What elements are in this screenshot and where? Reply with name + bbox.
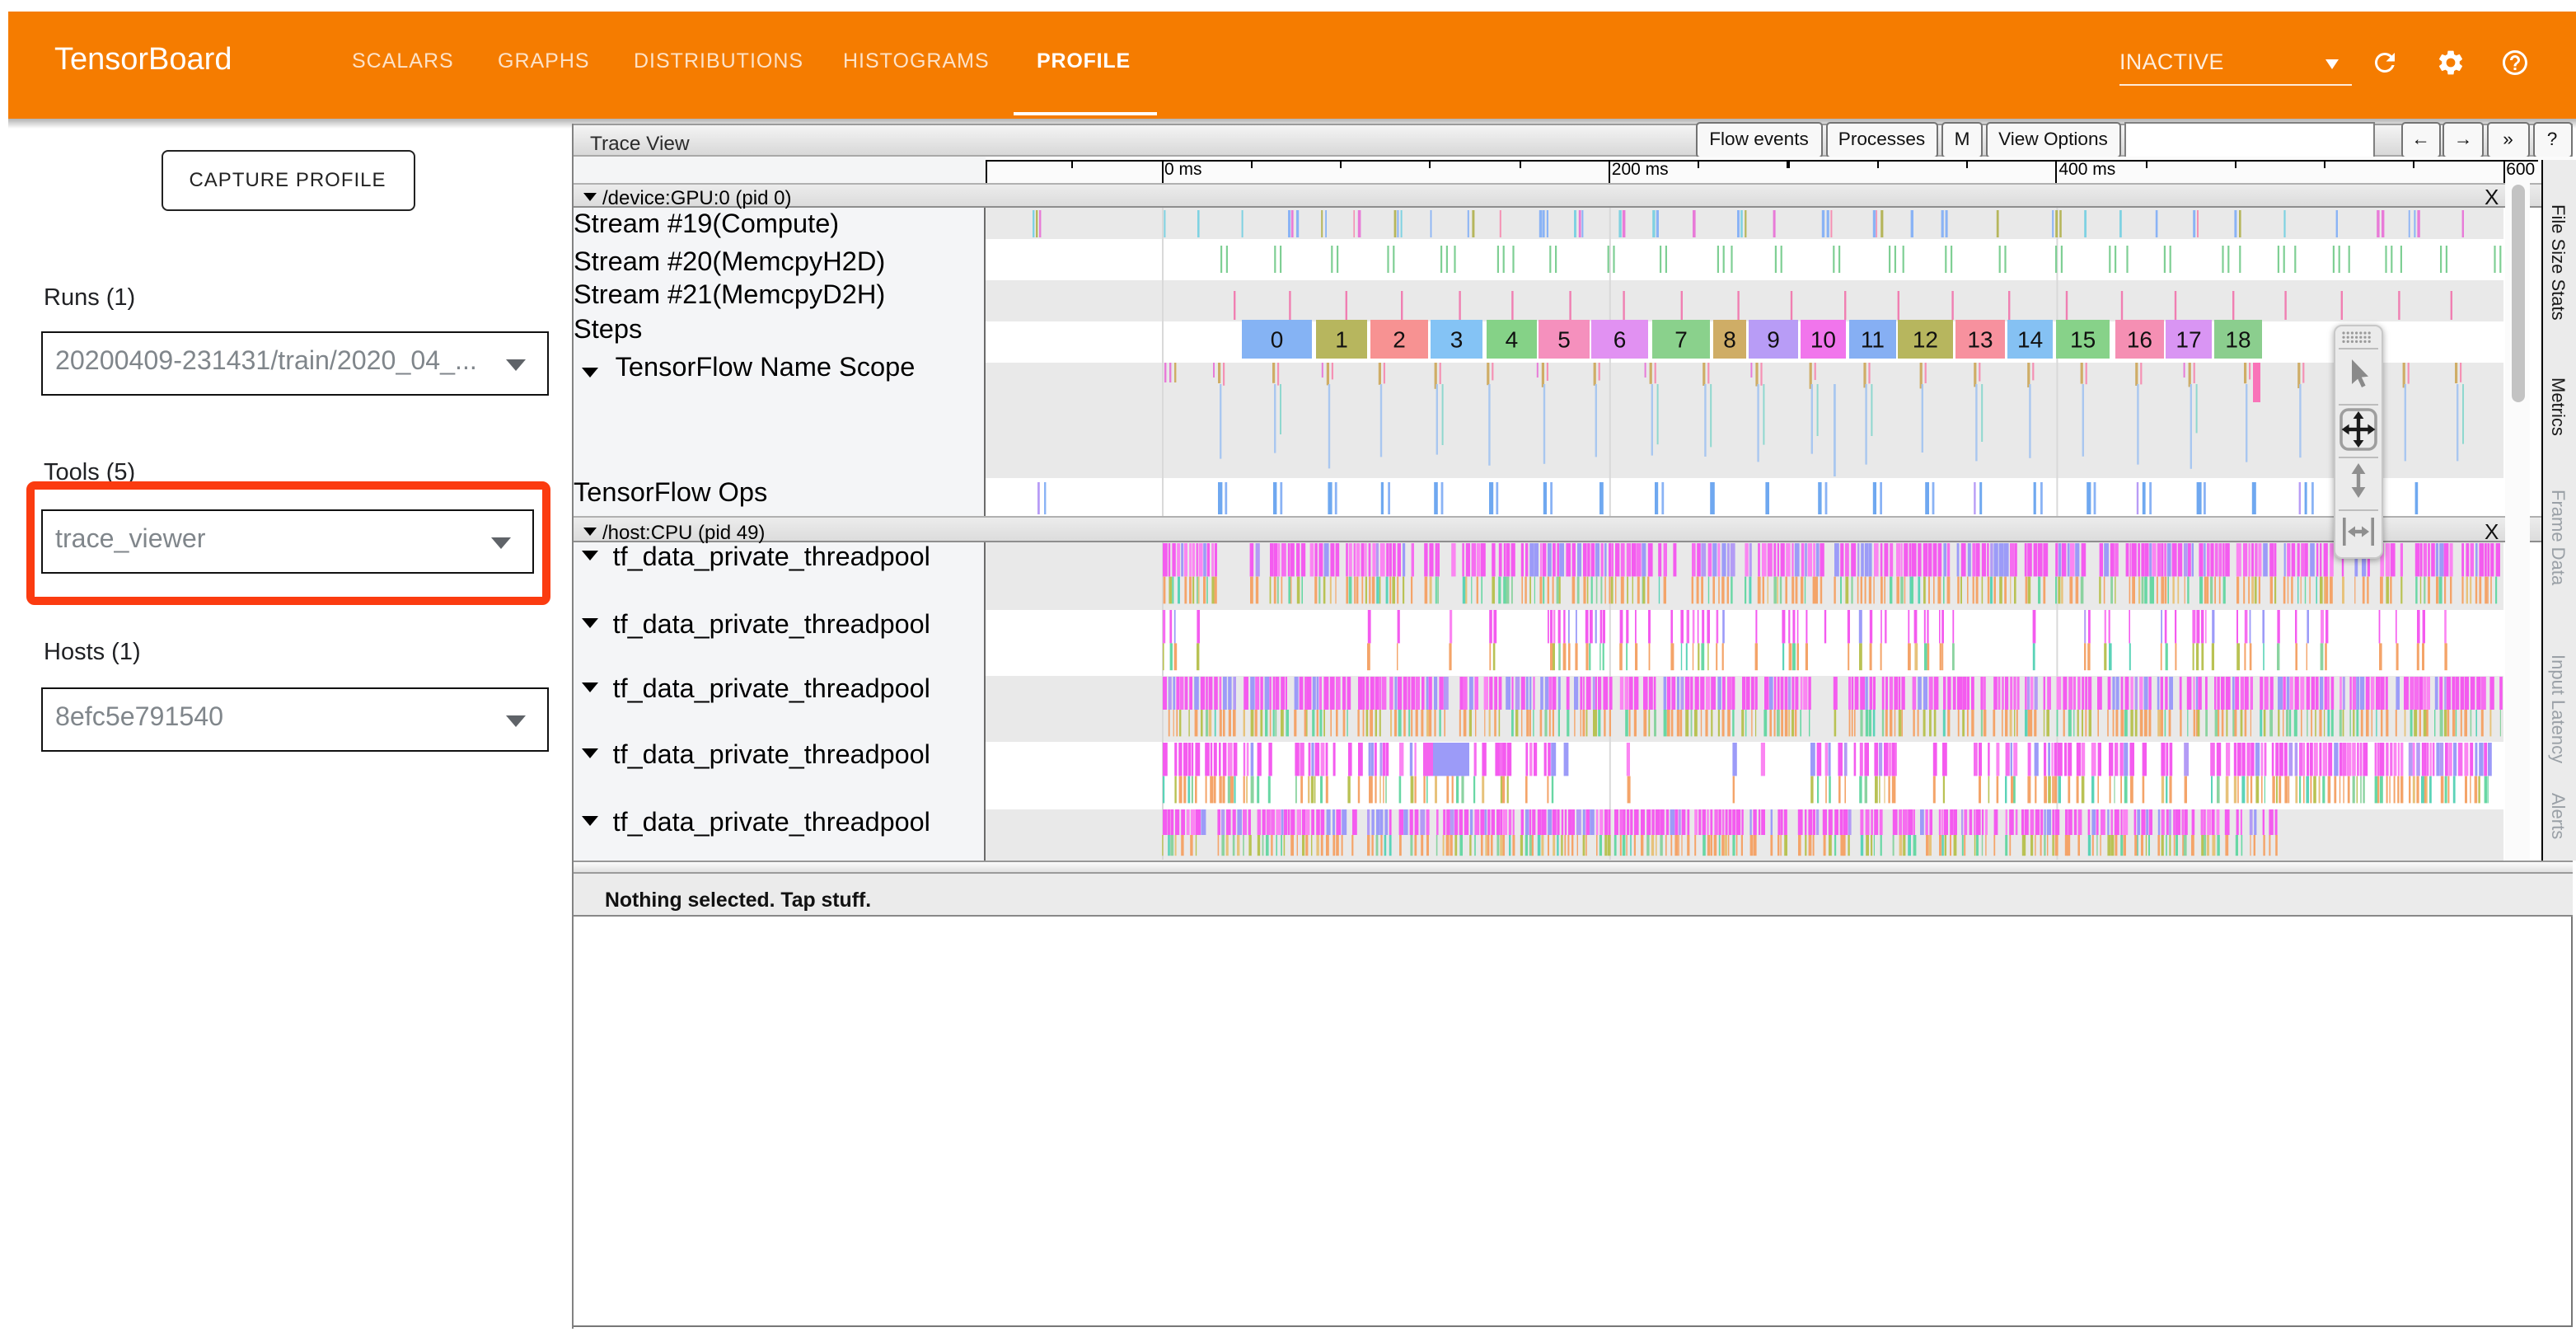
svg-text:18: 18	[2224, 326, 2250, 352]
svg-text:0: 0	[1270, 326, 1283, 352]
svg-text:6: 6	[1613, 326, 1626, 352]
svg-text:8: 8	[1722, 326, 1735, 352]
svg-text:3: 3	[1450, 326, 1463, 352]
svg-text:2: 2	[1392, 326, 1405, 352]
svg-text:11: 11	[1860, 326, 1884, 352]
svg-text:17: 17	[2175, 326, 2200, 352]
svg-text:13: 13	[1966, 326, 1992, 352]
svg-text:5: 5	[1557, 326, 1570, 352]
svg-text:10: 10	[1810, 326, 1835, 352]
svg-text:12: 12	[1912, 326, 1937, 352]
svg-text:1: 1	[1334, 326, 1347, 352]
svg-text:14: 14	[2016, 326, 2042, 352]
svg-text:15: 15	[2069, 326, 2095, 352]
svg-text:4: 4	[1505, 326, 1518, 352]
svg-text:7: 7	[1674, 326, 1687, 352]
svg-text:9: 9	[1766, 326, 1779, 352]
svg-text:16: 16	[2126, 326, 2152, 352]
